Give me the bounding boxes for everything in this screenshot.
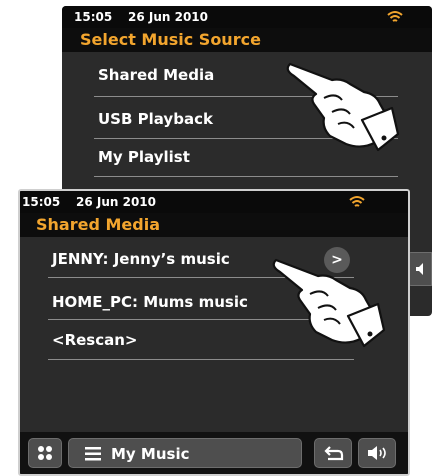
status-bar: 15:05 26 Jun 2010 <box>20 191 408 213</box>
volume-icon <box>416 263 423 275</box>
page-title: Shared Media <box>20 213 408 237</box>
status-time: 15:05 <box>22 195 61 209</box>
grid-icon <box>38 446 52 460</box>
menu-lines-icon <box>85 447 101 461</box>
pointing-hand-icon <box>286 62 400 152</box>
wifi-icon <box>349 196 365 207</box>
menu-button-label: My Music <box>111 445 190 463</box>
back-button[interactable] <box>314 438 352 468</box>
status-time: 15:05 <box>74 10 113 24</box>
back-icon <box>324 446 344 461</box>
status-date: 26 Jun 2010 <box>76 195 157 209</box>
volume-icon <box>368 446 386 460</box>
home-grid-button[interactable] <box>28 438 62 468</box>
menu-item-jenny[interactable]: JENNY: Jenny’s music <box>52 250 230 268</box>
menu-item-usb-playback[interactable]: USB Playback <box>98 110 213 128</box>
bottom-bar: My Music <box>20 432 408 474</box>
status-date: 26 Jun 2010 <box>128 10 209 24</box>
divider <box>48 359 354 360</box>
divider <box>94 176 398 177</box>
menu-item-rescan[interactable]: <Rescan> <box>52 331 137 349</box>
page-title: Select Music Source <box>62 28 432 52</box>
menu-item-shared-media[interactable]: Shared Media <box>98 66 214 84</box>
pointing-hand-icon <box>272 258 386 348</box>
wifi-icon <box>387 11 403 22</box>
volume-button[interactable] <box>358 438 396 468</box>
status-bar: 15:05 26 Jun 2010 <box>62 6 432 28</box>
menu-item-my-playlist[interactable]: My Playlist <box>98 148 190 166</box>
my-music-menu-button[interactable]: My Music <box>68 438 302 468</box>
menu-item-home-pc[interactable]: HOME_PC: Mums music <box>52 293 248 311</box>
